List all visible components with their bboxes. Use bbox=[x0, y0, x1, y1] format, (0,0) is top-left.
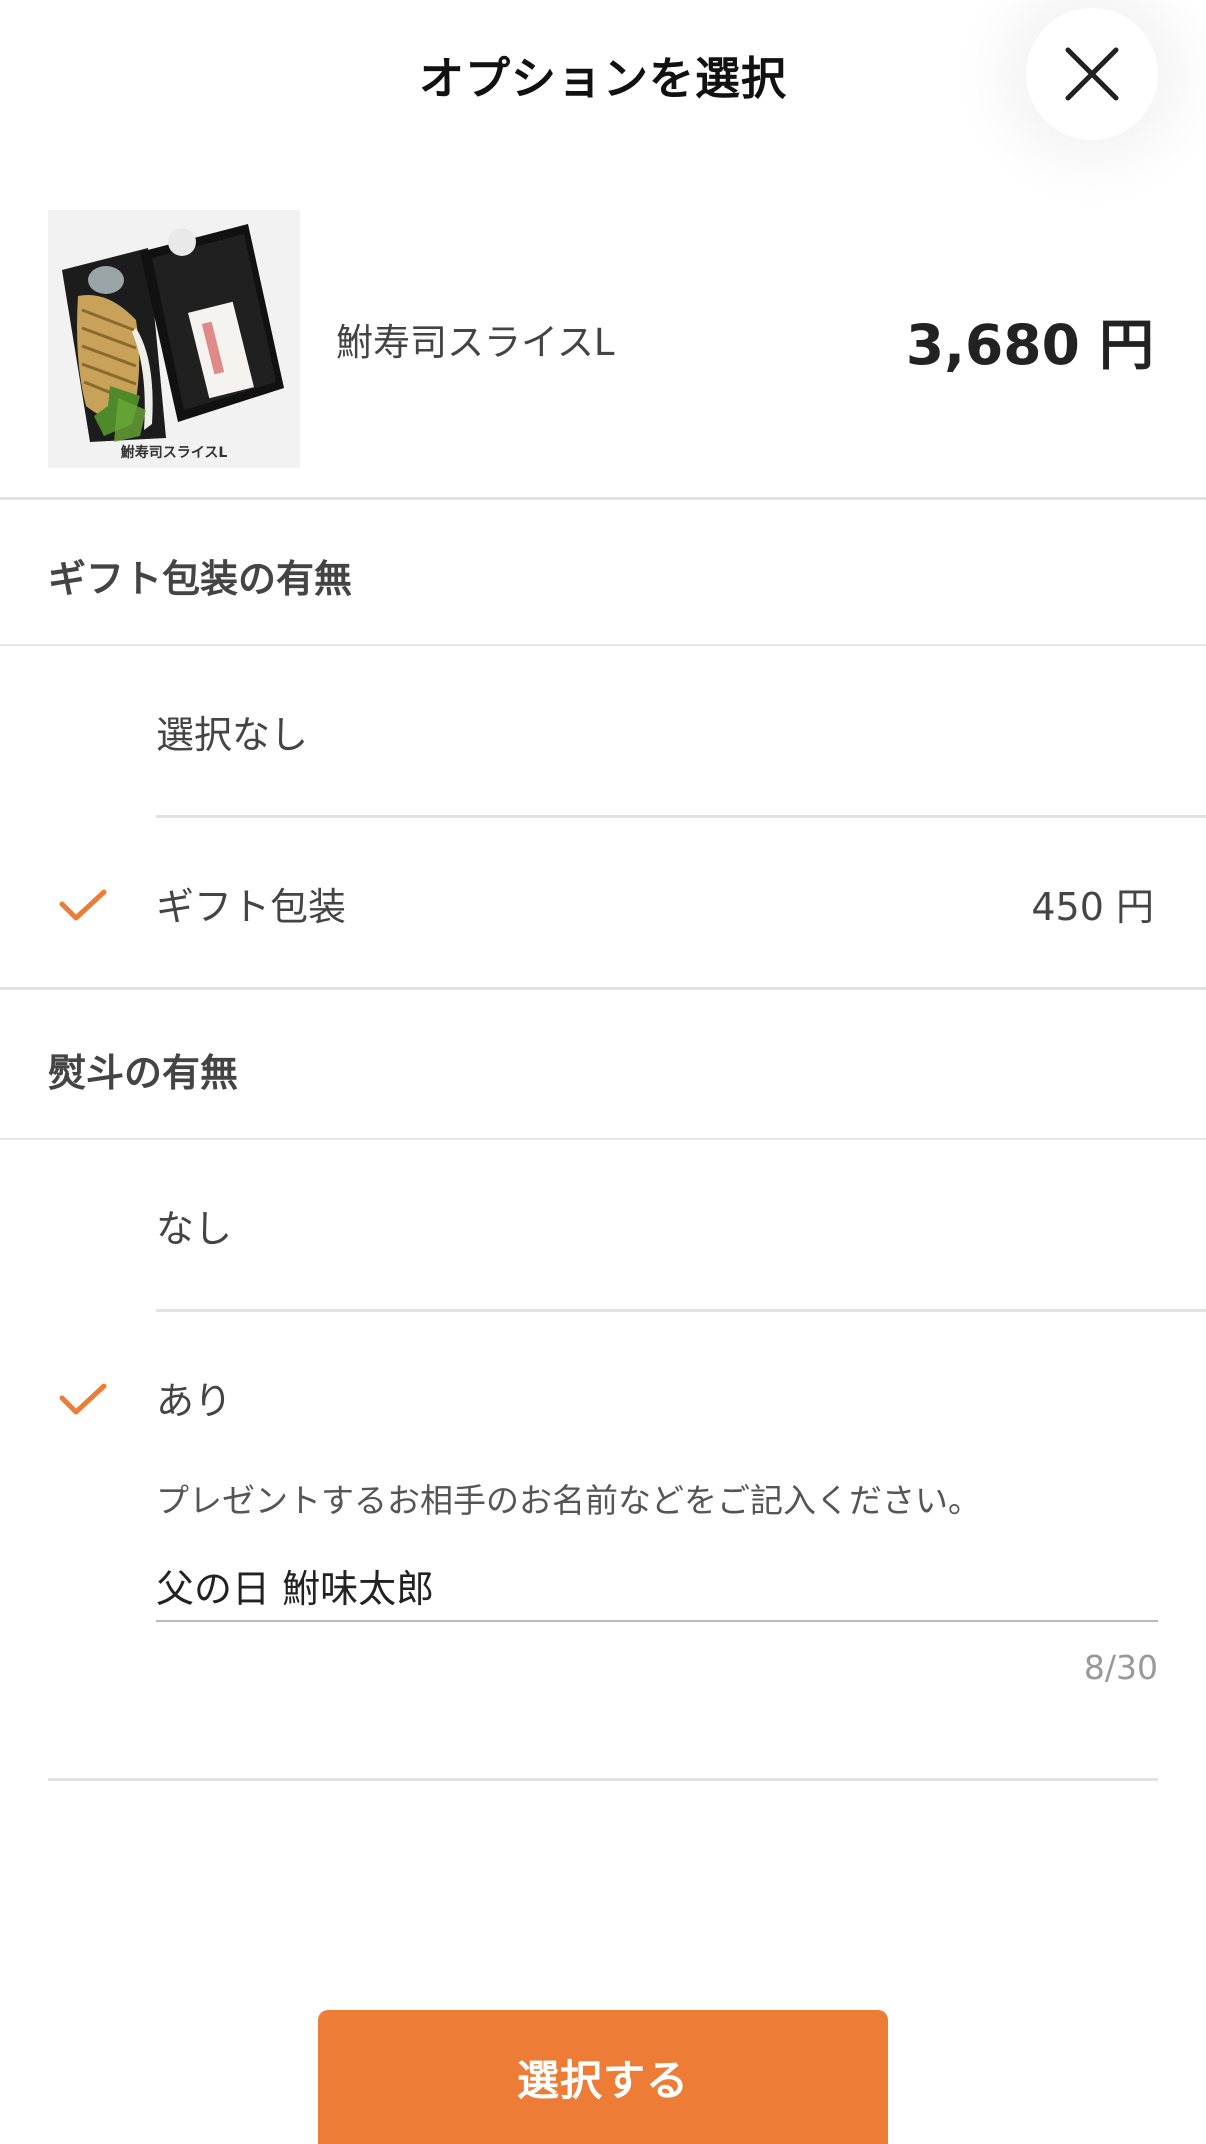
section-noshi: 熨斗の有無 bbox=[0, 994, 1206, 1140]
close-icon bbox=[1065, 47, 1119, 101]
option-gift-wrapping[interactable]: ギフト包装 450 円 bbox=[0, 818, 1206, 990]
option-noshi-none[interactable]: なし bbox=[0, 1140, 1206, 1312]
noshi-input-hint: プレゼントするお相手のお名前などをご記入ください。 bbox=[156, 1481, 981, 1520]
product-price: 3,680 円 bbox=[905, 313, 1154, 377]
product-summary: 鮒寿司スライスL 鮒寿司スライスL 3,680 円 bbox=[0, 200, 1206, 500]
divider bbox=[0, 987, 1206, 990]
character-counter: 8/30 bbox=[1083, 1648, 1158, 1687]
option-label: 選択なし bbox=[156, 713, 309, 757]
divider bbox=[48, 1778, 1158, 1781]
section-gift-wrapping: ギフト包装の有無 bbox=[0, 500, 1206, 646]
close-button[interactable] bbox=[1026, 8, 1158, 140]
option-sheet: オプションを選択 鮒寿司スライスL 鮒寿司スライスL 3,680 円 ギフト包装… bbox=[0, 0, 1206, 2144]
product-image: 鮒寿司スライスL bbox=[48, 210, 300, 468]
option-no-selection[interactable]: 選択なし bbox=[0, 646, 1206, 818]
noshi-name-input[interactable] bbox=[156, 1550, 1158, 1622]
product-image-caption: 鮒寿司スライスL bbox=[120, 445, 228, 461]
option-label: ギフト包装 bbox=[156, 885, 347, 929]
section-title: ギフト包装の有無 bbox=[48, 557, 353, 601]
option-label: あり bbox=[156, 1379, 233, 1423]
checkmark-icon bbox=[59, 889, 107, 921]
product-name: 鮒寿司スライスL bbox=[336, 321, 615, 364]
checkmark-icon bbox=[59, 1383, 107, 1415]
option-label: なし bbox=[156, 1207, 233, 1251]
sheet-header: オプションを選択 bbox=[0, 0, 1206, 150]
option-noshi-yes[interactable]: あり bbox=[0, 1312, 1206, 1462]
section-title: 熨斗の有無 bbox=[48, 1051, 239, 1095]
select-button[interactable]: 選択する bbox=[318, 2010, 888, 2144]
option-price: 450 円 bbox=[1031, 885, 1154, 929]
